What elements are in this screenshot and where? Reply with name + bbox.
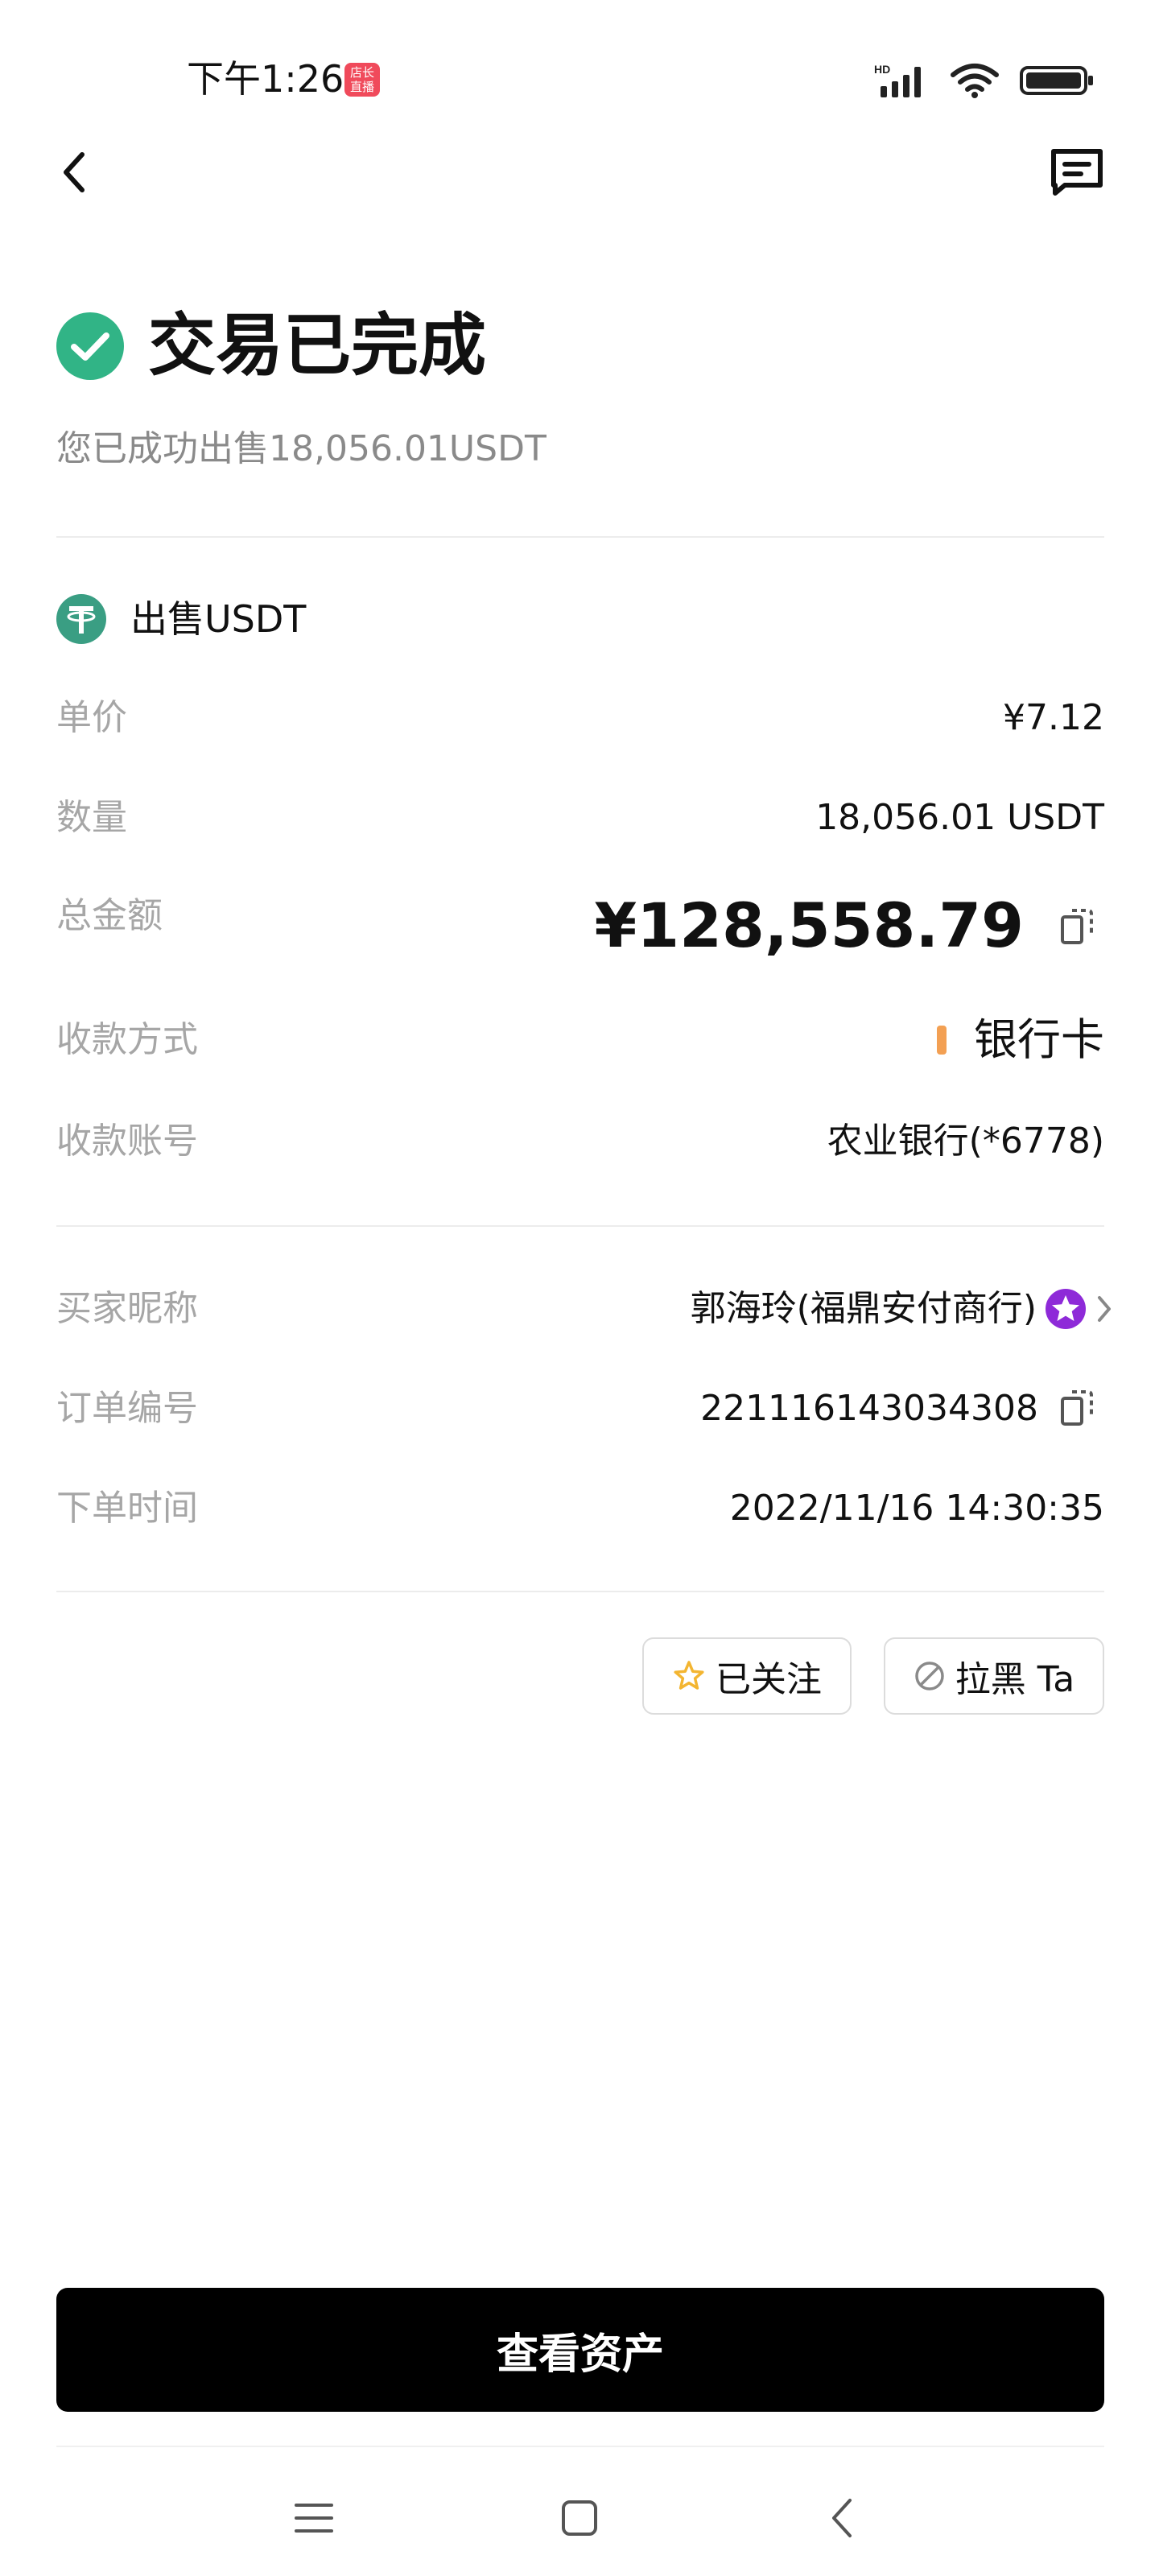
status-title: 交易已完成 — [148, 306, 487, 385]
hd-label: HD — [874, 63, 890, 76]
copy-icon — [1061, 1390, 1093, 1426]
status-icons: HD — [874, 58, 1095, 103]
signal-icon: HD — [874, 63, 921, 97]
back-button[interactable] — [48, 142, 100, 203]
live-badge-line1: 店长 — [349, 65, 374, 80]
chevron-right-icon — [1098, 1296, 1111, 1322]
status-time: 下午1:26 — [187, 57, 344, 101]
order-number-value: 221116143034308 — [700, 1388, 1038, 1429]
payment-method-indicator — [937, 1026, 947, 1055]
menu-icon — [295, 2504, 333, 2533]
quantity-label: 数量 — [56, 797, 127, 838]
unit-price-label: 单价 — [56, 697, 127, 738]
nav-menu-button[interactable] — [266, 2479, 362, 2557]
copy-order-number-button[interactable] — [1054, 1383, 1099, 1433]
follow-button[interactable]: 已关注 — [642, 1637, 852, 1715]
order-time-label: 下单时间 — [56, 1488, 198, 1529]
divider — [56, 1591, 1104, 1592]
verified-star-badge-icon — [1046, 1289, 1086, 1329]
copy-amount-button[interactable] — [1054, 902, 1099, 952]
nav-home-button[interactable] — [531, 2479, 628, 2557]
total-amount-value: ¥128,558.79 — [594, 890, 1024, 961]
order-coin-title: 出售USDT — [130, 597, 307, 641]
divider — [56, 1225, 1104, 1227]
chevron-left-icon — [64, 152, 85, 192]
nav-divider — [56, 2446, 1104, 2447]
order-time-value: 2022/11/16 14:30:35 — [729, 1488, 1104, 1529]
copy-icon — [1061, 909, 1093, 944]
usdt-coin-icon — [56, 594, 106, 644]
wifi-icon — [951, 64, 999, 98]
buyer-nickname-value: 郭海玲(福鼎安付商行) — [690, 1288, 1037, 1329]
payment-method-value: 银行卡 — [974, 1014, 1104, 1065]
live-badge: 店长 直播 — [344, 63, 380, 97]
payment-method-label: 收款方式 — [56, 1019, 198, 1060]
view-assets-button-label: 查看资产 — [496, 2330, 664, 2379]
payment-account-value: 农业银行(*6778) — [827, 1121, 1104, 1162]
star-outline-icon — [674, 1661, 704, 1690]
block-icon — [914, 1662, 944, 1690]
chat-icon — [1051, 149, 1103, 196]
buyer-nickname-label: 买家昵称 — [56, 1288, 198, 1329]
live-badge-line2: 直播 — [349, 80, 374, 94]
payment-account-label: 收款账号 — [56, 1121, 198, 1162]
view-assets-button[interactable]: 查看资产 — [56, 2288, 1104, 2412]
total-amount-label: 总金额 — [56, 895, 163, 936]
quantity-value: 18,056.01 USDT — [815, 797, 1104, 838]
unit-price-value: ¥7.12 — [1003, 697, 1104, 738]
block-button-label: 拉黑 Ta — [955, 1659, 1075, 1700]
chat-button[interactable] — [1043, 142, 1111, 203]
buyer-nickname-link[interactable]: 郭海玲(福鼎安付商行) — [691, 1280, 1114, 1338]
home-square-icon — [562, 2500, 597, 2536]
check-circle-icon — [56, 312, 124, 380]
battery-icon — [1020, 66, 1093, 95]
status-subtitle: 您已成功出售18,056.01USDT — [56, 428, 547, 469]
follow-button-label: 已关注 — [716, 1659, 822, 1700]
block-button[interactable]: 拉黑 Ta — [884, 1637, 1104, 1715]
back-triangle-icon — [832, 2499, 852, 2537]
divider — [56, 536, 1104, 538]
nav-back-button[interactable] — [794, 2479, 890, 2557]
order-number-label: 订单编号 — [56, 1388, 198, 1429]
